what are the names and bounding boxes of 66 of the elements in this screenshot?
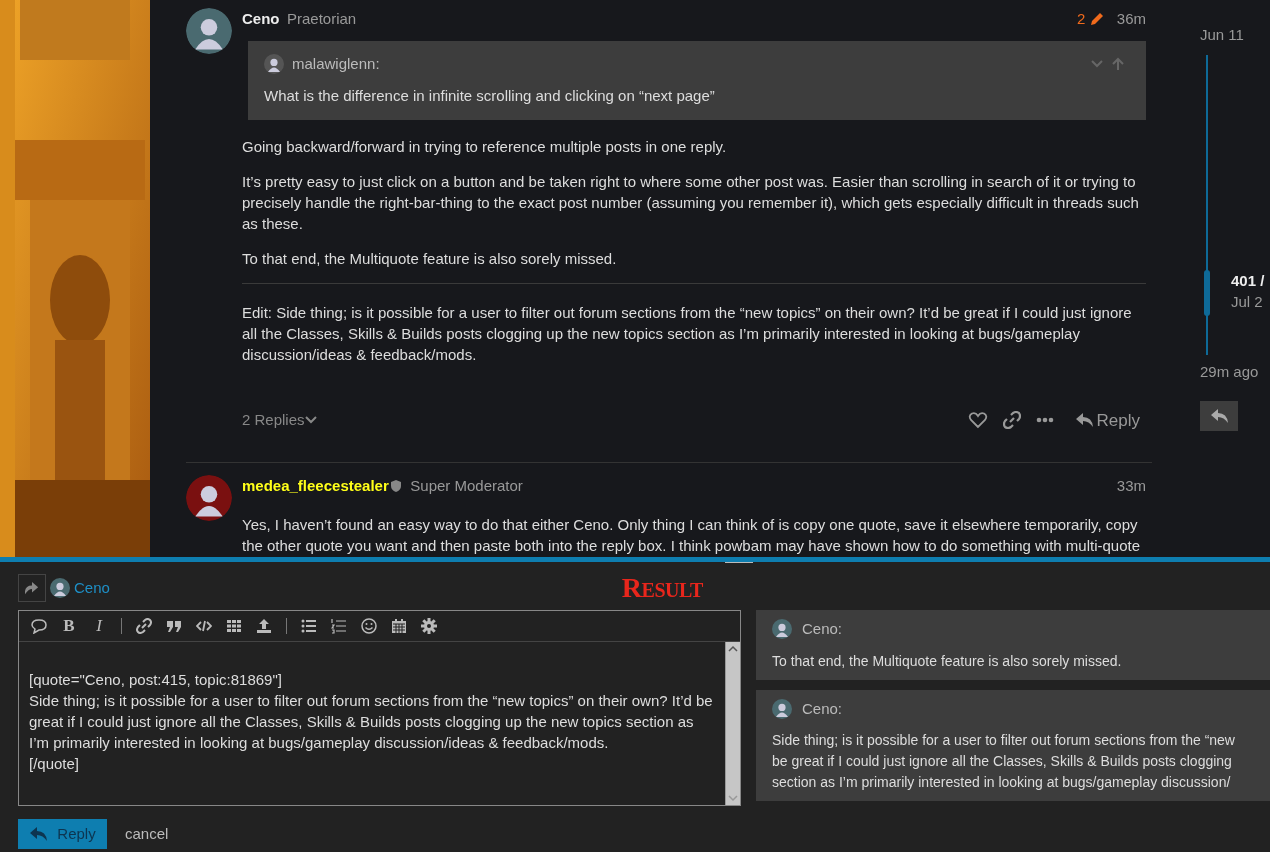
like-icon[interactable] (967, 411, 988, 430)
blockquote-icon[interactable] (166, 618, 182, 634)
link-icon[interactable] (1002, 411, 1021, 430)
quote-author: Ceno: (802, 619, 843, 639)
username[interactable]: Ceno (242, 8, 280, 31)
last-post-time[interactable]: 29m ago (1200, 360, 1270, 383)
quote-text-line: be great if I could just ignore all the Classes, Skills & Builds posts clogging (772, 752, 1232, 771)
share-arrow-icon (25, 581, 39, 595)
reply-button[interactable] (1200, 401, 1238, 431)
editor-line: [quote="Ceno, post:415, topic:81869"] (29, 670, 283, 690)
quote-text: What is the difference in infinite scrolling and clicking on “next page” (264, 86, 716, 106)
settings-icon[interactable] (421, 618, 437, 634)
quote-text-line: Side thing; is it possible for a user to filter out forum sections from the “new (772, 731, 1235, 750)
scrollbar[interactable] (725, 642, 740, 805)
more-icon[interactable] (1035, 417, 1054, 424)
bullet-list-icon[interactable] (301, 618, 317, 634)
post-position: 401 / (1231, 271, 1265, 292)
position-date: Jul 2 (1231, 292, 1264, 313)
quote-icon[interactable] (31, 618, 47, 634)
table-icon[interactable] (226, 618, 242, 634)
avatar (772, 698, 792, 719)
chevron-icon (304, 415, 317, 426)
reply-icon (1210, 409, 1228, 423)
timeline-handle[interactable] (1204, 270, 1210, 317)
reply-icon (1074, 413, 1093, 428)
reply-to-user[interactable]: Ceno (74, 576, 110, 600)
post-paragraph: To that end, the Multiquote feature is also sorely missed. (242, 248, 618, 269)
avatar (264, 53, 284, 74)
user-title: Praetorian (287, 9, 357, 29)
avatar (186, 475, 232, 521)
avatar (50, 578, 70, 598)
avatar (186, 8, 232, 54)
code-icon[interactable] (196, 618, 212, 634)
post-paragraph: Going backward/forward in trying to reference multiple posts in one reply. (242, 136, 728, 157)
bold-button[interactable]: B (61, 613, 77, 639)
timeline-start-date[interactable]: Jun 11 (1200, 24, 1270, 47)
replies-toggle[interactable]: 2 Replies (242, 409, 305, 432)
editor-line: Side thing; is it possible for a user to filter out forum sections from the “new topics” on their own? It’d be great if I could just ignore all the Classes, Skills & Builds posts clogging up the new topics section as I’m primarily interested in looking at bugs/gameplay discussion/ideas & feedback/mods. (29, 691, 714, 753)
italic-button[interactable]: I (91, 613, 107, 639)
emoji-icon[interactable] (361, 618, 377, 634)
post-paragraph: Yes, I haven’t found an easy way to do that either Ceno. Only thing I can think of is copy one quote, save it elsewhere temporarily, copy the other quote you want and then paste both into the reply box. I think powbam may have shown how to do something with multi-quote (242, 514, 1142, 556)
calendar-icon[interactable] (391, 618, 407, 634)
post-time[interactable]: 36m (1116, 8, 1146, 31)
cancel-link[interactable]: cancel (125, 822, 169, 846)
username[interactable]: medea_fleecestealer (242, 475, 389, 498)
editor-line: [/quote] (29, 754, 81, 774)
overlay-label: RESULT (621, 571, 703, 605)
reply-button[interactable]: Reply (1068, 406, 1146, 434)
quote-text-line: To that end, the Multiquote feature is also sorely missed. (772, 651, 1122, 671)
post-paragraph: Edit: Side thing; is it possible for a user to filter out forum sections from the “new topics” on their own? It’d be great if I could just ignore all the Classes, Skills & Builds posts clogging up the new topics section as I’m primarily interested in looking at bugs/gameplay discussion/ideas & feedback/mods. (242, 302, 1133, 365)
reply-icon (29, 827, 48, 841)
link-icon[interactable] (136, 618, 152, 634)
upload-icon[interactable] (256, 618, 272, 634)
quote-author: Ceno: (802, 698, 843, 719)
user-title: Super Moderator (410, 476, 523, 496)
numbered-list-icon[interactable] (331, 618, 347, 634)
pencil-icon[interactable] (1089, 11, 1106, 28)
quote-text-line: section as I’m primarily interested in looking at bugs/gameplay discussion/ (772, 773, 1231, 792)
quote-author: malawiglenn: (292, 53, 380, 74)
edit-count[interactable]: 2 (1076, 8, 1086, 31)
editor-field[interactable] (18, 610, 741, 806)
reply-action-button[interactable] (18, 574, 46, 602)
post-time[interactable]: 33m (1116, 475, 1146, 498)
avatar (772, 619, 792, 640)
post-paragraph: It’s pretty easy to just click on a button and be taken right to where some other post was. Easier than scrolling in search of it or trying to precisely handle the right-bar-thing to the exact post number (assuming you remember it), which gets especially difficult in threads such as these. (242, 171, 1140, 234)
shield-icon (388, 479, 403, 494)
